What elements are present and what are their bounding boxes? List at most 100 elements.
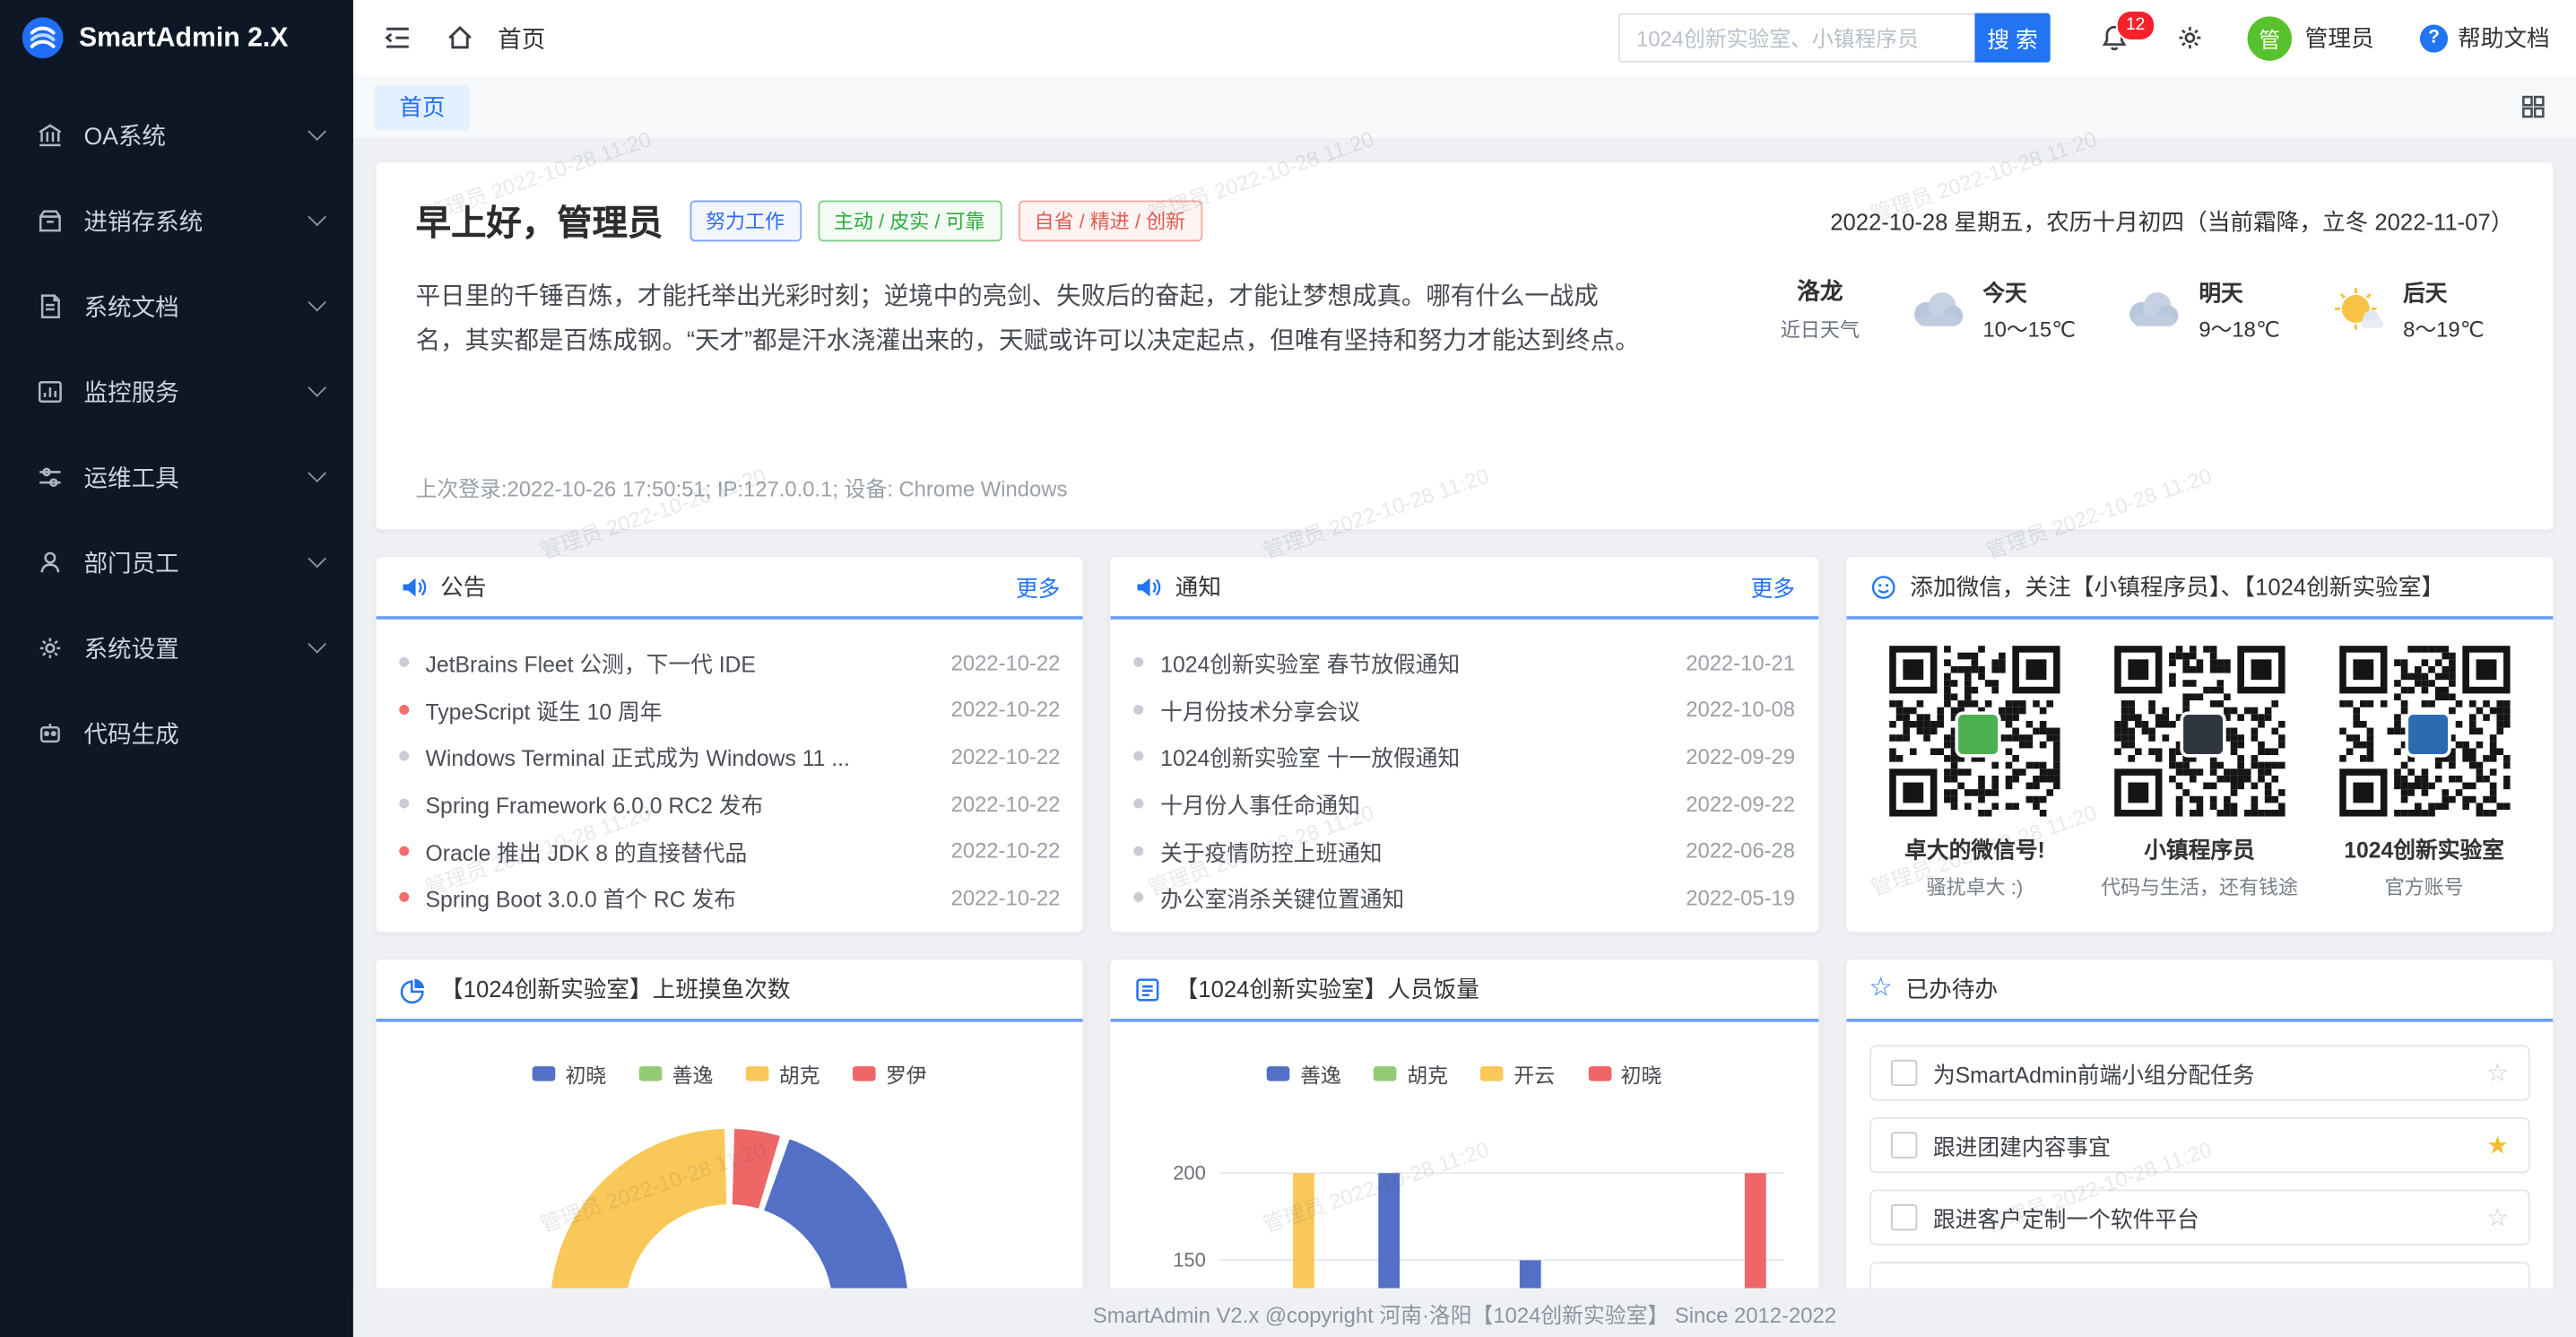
- bullet-dot: [1134, 846, 1144, 855]
- star-toggle-icon[interactable]: [2486, 1061, 2509, 1085]
- bullet-dot: [1134, 892, 1144, 902]
- card-title: 添加微信，关注【小镇程序员】、【1024创新实验室】: [1910, 570, 2444, 603]
- announcement-item[interactable]: JetBrains Fleet 公测，下一代 IDE2022-10-22: [399, 639, 1060, 686]
- todo-item[interactable]: 跟进团建内容事宜: [1869, 1117, 2529, 1173]
- bullet-dot: [399, 657, 409, 667]
- tag-work-hard: 努力工作: [690, 201, 802, 242]
- notice-item[interactable]: 办公室消杀关键位置通知2022-05-19: [1134, 874, 1795, 921]
- bullet-dot: [399, 892, 409, 902]
- qr-code: [2338, 646, 2510, 817]
- sidebar-item-settings[interactable]: 系统设置: [0, 604, 353, 690]
- person-icon: [36, 548, 64, 576]
- motto-text: 平日里的千锤百炼，才能托举出光彩时刻；逆境中的亮剑、失败后的奋起，才能让梦想成真…: [416, 276, 1640, 364]
- bank-icon: [36, 121, 64, 149]
- card-title: 已办待办: [1905, 973, 1998, 1006]
- star-toggle-icon[interactable]: [2486, 1133, 2509, 1157]
- main-content: 早上好，管理员 努力工作 主动 / 皮实 / 可靠 自省 / 精进 / 创新 2…: [353, 138, 2576, 1337]
- avatar[interactable]: 管: [2248, 15, 2292, 59]
- home-icon[interactable]: [446, 23, 475, 53]
- chevron-down-icon: [308, 550, 326, 569]
- search-button[interactable]: 搜 索: [1974, 13, 2050, 63]
- user-menu[interactable]: 管 管理员: [2248, 15, 2374, 59]
- chevron-down-icon: [308, 122, 326, 141]
- sidebar-item-codegen[interactable]: 代码生成: [0, 690, 353, 776]
- card-title: 通知: [1175, 570, 1221, 603]
- account-avatar-badge: [2180, 711, 2225, 757]
- search-group: 搜 索: [1618, 13, 2051, 63]
- sidebar: SmartAdmin 2.X OA系统 进销存系统 系统文档 监控服务: [0, 0, 353, 1337]
- notice-card: 通知 更多 1024创新实验室 春节放假通知2022-10-21 十月份技术分享…: [1109, 555, 1819, 933]
- todo-item[interactable]: 跟进客户定制一个软件平台: [1869, 1190, 2529, 1246]
- todo-item[interactable]: 为SmartAdmin前端小组分配任务: [1869, 1045, 2529, 1100]
- sidebar-item-employees[interactable]: 部门员工: [0, 519, 353, 604]
- star-toggle-icon[interactable]: [2486, 1205, 2509, 1229]
- bullet-dot: [399, 751, 409, 761]
- weather-tomorrow: 明天9～18℃: [2121, 274, 2279, 343]
- notice-item[interactable]: 十月份人事任命通知2022-09-22: [1134, 780, 1795, 827]
- smartadmin-logo-icon: [22, 16, 65, 59]
- sidebar-item-docs[interactable]: 系统文档: [0, 263, 353, 348]
- box-icon: [36, 206, 64, 234]
- help-link[interactable]: ? 帮助文档: [2420, 22, 2550, 55]
- announcement-card: 公告 更多 JetBrains Fleet 公测，下一代 IDE2022-10-…: [375, 555, 1085, 933]
- checkbox[interactable]: [1890, 1204, 1916, 1230]
- checkbox[interactable]: [1890, 1132, 1916, 1158]
- tab-bar: 首页: [353, 75, 2576, 138]
- announcement-item[interactable]: Spring Framework 6.0.0 RC2 发布2022-10-22: [399, 780, 1060, 827]
- layout-grid-icon[interactable]: [2520, 93, 2546, 119]
- tab-home[interactable]: 首页: [375, 84, 470, 128]
- gear-icon[interactable]: [2175, 23, 2205, 53]
- bullet-dot: [399, 799, 409, 809]
- notice-more-link[interactable]: 更多: [1751, 570, 1795, 603]
- chevron-down-icon: [308, 464, 326, 482]
- sun-icon: [2326, 284, 2389, 334]
- megaphone-icon: [1134, 573, 1162, 601]
- qr-item: 小镇程序员 代码与生活，还有钱途: [2096, 646, 2303, 900]
- weather-aftertomorrow: 后天8～19℃: [2326, 274, 2484, 343]
- bullet-dot: [1134, 799, 1144, 809]
- todo-card: ☆ 已办待办 为SmartAdmin前端小组分配任务 跟进团建内容事宜: [1844, 958, 2554, 1337]
- bullet-dot: [1134, 751, 1144, 761]
- search-input[interactable]: [1618, 13, 1975, 63]
- announcement-item[interactable]: TypeScript 诞生 10 周年2022-10-22: [399, 686, 1060, 733]
- cloud-icon: [1905, 284, 1968, 334]
- notice-item[interactable]: 1024创新实验室 十一放假通知2022-09-29: [1134, 734, 1795, 780]
- robot-icon: [36, 719, 64, 747]
- card-title: 【1024创新实验室】人员饭量: [1175, 973, 1479, 1006]
- tag-proactive: 主动 / 皮实 / 可靠: [818, 201, 1002, 242]
- menu-fold-icon[interactable]: [383, 23, 412, 53]
- announcement-item[interactable]: Windows Terminal 正式成为 Windows 11 ...2022…: [399, 734, 1060, 780]
- star-icon: ☆: [1869, 976, 1892, 1002]
- announcement-item[interactable]: Spring Boot 3.0.0 首个 RC 发布2022-10-22: [399, 874, 1060, 921]
- sidebar-item-inventory[interactable]: 进销存系统: [0, 178, 353, 263]
- bullet-dot: [399, 705, 409, 715]
- bullet-dot: [1134, 657, 1144, 667]
- notifications[interactable]: 12: [2100, 23, 2129, 53]
- bullet-dot: [399, 846, 409, 855]
- sidebar-item-monitor[interactable]: 监控服务: [0, 348, 353, 433]
- weather-panel: 洛龙 近日天气 今天10～15℃ 明天9～18℃ 后天8～19℃: [1781, 274, 2484, 343]
- breadcrumb[interactable]: 首页: [498, 21, 545, 55]
- checkbox[interactable]: [1890, 1060, 1916, 1086]
- chart-legend: 善逸 胡克 开云 初晓: [1111, 1058, 1817, 1090]
- logo[interactable]: SmartAdmin 2.X: [0, 0, 353, 75]
- sidebar-item-devops[interactable]: 运维工具: [0, 434, 353, 519]
- chevron-down-icon: [308, 293, 326, 312]
- qr-item: 1024创新实验室 官方账号: [2320, 646, 2528, 900]
- help-icon[interactable]: ?: [2420, 24, 2448, 52]
- fish-count-card: 【1024创新实验室】上班摸鱼次数 初晓 善逸 胡克 罗伊: [375, 958, 1085, 1337]
- date-info: 2022-10-28 星期五，农历十月初四（当前霜降，立冬 2022-11-07…: [1830, 204, 2513, 238]
- notice-item[interactable]: 关于疫情防控上班通知2022-06-28: [1134, 827, 1795, 873]
- wechat-avatar-badge: [1955, 711, 2000, 757]
- notice-item[interactable]: 1024创新实验室 春节放假通知2022-10-21: [1134, 639, 1795, 686]
- sidebar-item-oa[interactable]: OA系统: [0, 92, 353, 178]
- megaphone-icon: [399, 573, 427, 601]
- announcement-more-link[interactable]: 更多: [1016, 570, 1060, 603]
- notice-item[interactable]: 十月份技术分享会议2022-10-08: [1134, 686, 1795, 733]
- tag-introspect: 自省 / 精进 / 创新: [1018, 201, 1201, 242]
- chevron-down-icon: [308, 207, 326, 226]
- welcome-card: 早上好，管理员 努力工作 主动 / 皮实 / 可靠 自省 / 精进 / 创新 2…: [375, 161, 2554, 531]
- gear-icon: [36, 633, 64, 661]
- notification-badge: 12: [2116, 10, 2155, 40]
- announcement-item[interactable]: Oracle 推出 JDK 8 的直接替代品2022-10-22: [399, 827, 1060, 873]
